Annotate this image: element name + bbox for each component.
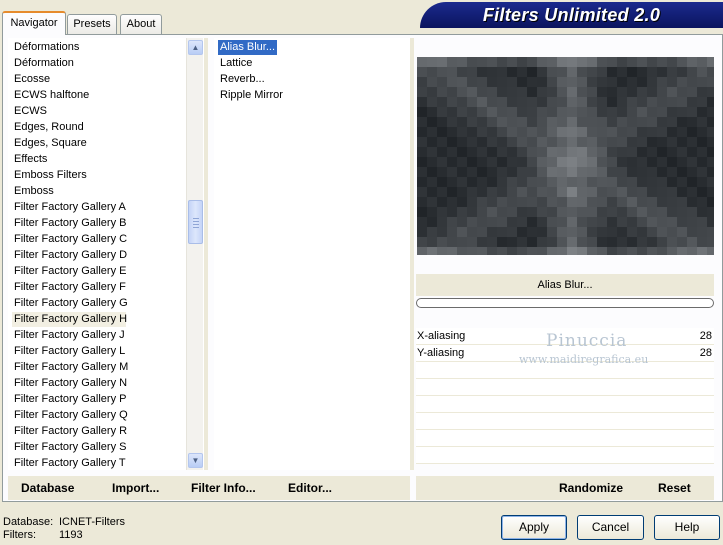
preview-filter-name: Alias Blur... <box>416 274 714 296</box>
param-label: Y-aliasing <box>417 347 465 359</box>
filters-label: Filters: <box>3 529 36 541</box>
apply-button[interactable]: Apply <box>501 515 567 540</box>
database-value: ICNET-Filters <box>59 516 125 528</box>
category-item[interactable]: Filter Factory Gallery H <box>12 312 127 327</box>
editor-link[interactable]: Editor... <box>288 481 332 495</box>
category-item[interactable]: Ecosse <box>12 72 52 87</box>
category-item[interactable]: Filter Factory Gallery T <box>12 456 128 470</box>
param-label: X-aliasing <box>417 330 466 342</box>
list-divider <box>410 38 414 470</box>
category-item[interactable]: Filter Factory Gallery L <box>12 344 127 359</box>
category-item[interactable]: Emboss <box>12 184 56 199</box>
filter-item[interactable]: Ripple Mirror <box>218 88 285 103</box>
category-item[interactable]: Filter Factory Gallery F <box>12 280 128 295</box>
database-label: Database: <box>3 516 54 528</box>
filter-list[interactable]: Alias Blur... Lattice Reverb... Ripple Mirr… <box>214 38 410 470</box>
reset-link[interactable]: Reset <box>658 481 691 495</box>
category-item[interactable]: Filter Factory Gallery G <box>12 296 130 311</box>
tab-navigator[interactable]: Navigator <box>2 11 66 35</box>
param-row-empty <box>416 430 714 447</box>
brand-title: Filters Unlimited 2.0 <box>482 5 661 25</box>
tab-about[interactable]: About <box>120 14 162 34</box>
param-row-empty <box>416 413 714 430</box>
randomize-link[interactable]: Randomize <box>559 481 623 495</box>
category-item[interactable]: Filter Factory Gallery B <box>12 216 128 231</box>
scroll-up-arrow-icon[interactable]: ▲ <box>188 40 203 55</box>
scrollbar-thumb[interactable] <box>188 200 203 244</box>
param-row-empty <box>416 447 714 464</box>
watermark-url: www.maidiregrafica.eu <box>519 353 649 366</box>
param-row-empty <box>416 379 714 396</box>
import-link[interactable]: Import... <box>112 481 159 495</box>
category-item[interactable]: Filter Factory Gallery J <box>12 328 127 343</box>
category-item[interactable]: Filter Factory Gallery N <box>12 376 129 391</box>
category-item[interactable]: Déformations <box>12 40 81 55</box>
category-item[interactable]: Edges, Round <box>12 120 86 135</box>
filter-item[interactable]: Reverb... <box>218 72 267 87</box>
progress-bar <box>416 298 714 308</box>
watermark-name: Pinuccia <box>546 331 628 351</box>
category-item[interactable]: ECWS <box>12 104 49 119</box>
param-value: 28 <box>699 330 712 342</box>
category-item[interactable]: Filter Factory Gallery S <box>12 440 128 455</box>
category-item[interactable]: Filter Factory Gallery A <box>12 200 128 215</box>
category-item[interactable]: Edges, Square <box>12 136 89 151</box>
category-item[interactable]: Filter Factory Gallery P <box>12 392 128 407</box>
cancel-button[interactable]: Cancel <box>577 515 644 540</box>
category-item[interactable]: Déformation <box>12 56 76 71</box>
filter-item[interactable]: Lattice <box>218 56 254 71</box>
category-item[interactable]: Filter Factory Gallery M <box>12 360 130 375</box>
category-scrollbar[interactable]: ▲ ▼ <box>186 38 203 470</box>
category-item[interactable]: Effects <box>12 152 49 167</box>
filters-value: 1193 <box>59 529 83 541</box>
list-divider <box>204 38 208 470</box>
preview-image <box>417 57 714 255</box>
brand-banner: Filters Unlimited 2.0 <box>420 2 723 28</box>
database-link[interactable]: Database <box>21 481 74 495</box>
category-item[interactable]: Filter Factory Gallery D <box>12 248 129 263</box>
param-value: 28 <box>699 347 712 359</box>
category-list[interactable]: Déformations Déformation Ecosse ECWS halfto… <box>8 38 204 470</box>
scroll-down-arrow-icon[interactable]: ▼ <box>188 453 203 468</box>
category-item[interactable]: Filter Factory Gallery Q <box>12 408 130 423</box>
category-item[interactable]: ECWS halftone <box>12 88 91 103</box>
category-item[interactable]: Emboss Filters <box>12 168 89 183</box>
category-item[interactable]: Filter Factory Gallery E <box>12 264 128 279</box>
category-item[interactable]: Filter Factory Gallery R <box>12 424 129 439</box>
param-row-empty <box>416 396 714 413</box>
filter-item[interactable]: Alias Blur... <box>218 40 278 55</box>
category-item[interactable]: Filter Factory Gallery C <box>12 232 129 247</box>
tab-presets[interactable]: Presets <box>67 14 117 34</box>
filter-info-link[interactable]: Filter Info... <box>191 481 256 495</box>
help-button[interactable]: Help <box>654 515 720 540</box>
